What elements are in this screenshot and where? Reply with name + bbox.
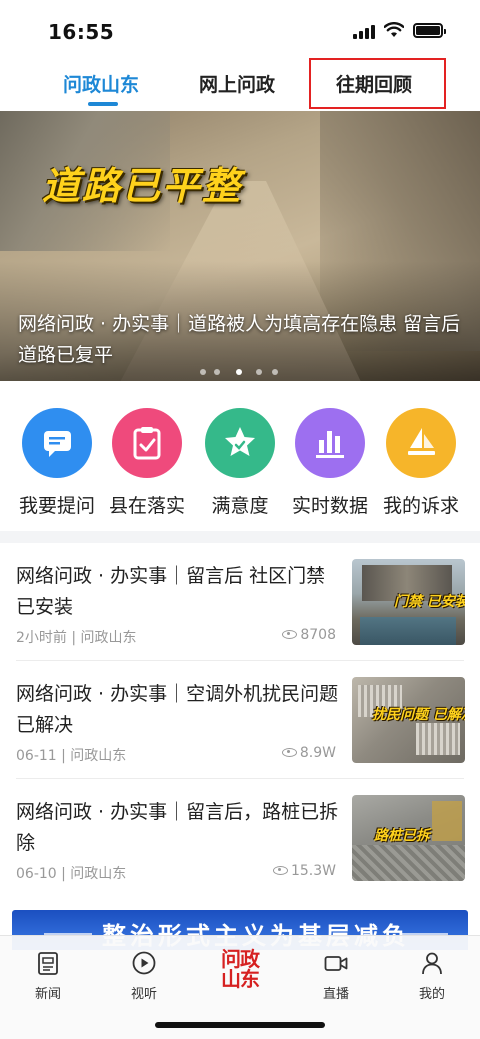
tab-wenzheng-shandong[interactable]: 问政山东 (63, 70, 139, 97)
tabbar-news[interactable]: 新闻 (18, 950, 78, 1002)
news-thumbnail: 门禁 已安装 (352, 559, 465, 645)
news-views: 15.3W (272, 863, 336, 879)
news-views: 8.9W (281, 745, 336, 761)
section-divider (0, 531, 480, 543)
news-meta: 2小时前 | 问政山东 (16, 630, 137, 646)
play-icon (132, 951, 156, 975)
news-title: 网络问政 · 办实事｜空调外机扰民问题已解决 (16, 683, 339, 736)
quick-satisfaction[interactable]: 满意度 (195, 408, 285, 518)
quick-county-implementation[interactable]: 县在落实 (102, 408, 192, 518)
bar-chart-icon (295, 408, 365, 478)
news-icon (38, 952, 58, 975)
banner-caption: 网络问政 · 办实事｜道路被人为填高存在隐患 留言后道路已复平 (18, 313, 461, 366)
thumbnail-caption: 扰民问题 已解决 (372, 707, 465, 723)
quick-realtime-data[interactable]: 实时数据 (285, 408, 375, 518)
tabbar-label: 视听 (130, 987, 157, 1002)
news-thumbnail: 路桩已拆 (352, 795, 465, 881)
eye-icon (282, 630, 298, 639)
clipboard-check-icon (112, 408, 182, 478)
tabbar-me[interactable]: 我的 (402, 950, 462, 1002)
tabbar-label: 直播 (322, 987, 349, 1002)
quick-label: 满意度 (211, 495, 269, 517)
news-thumbnail: 扰民问题 已解决 (352, 677, 465, 763)
quick-label: 县在落实 (108, 495, 185, 517)
quick-label: 我的诉求 (382, 495, 459, 517)
banner-headline: 道路已平整 (42, 164, 243, 208)
news-views: 8708 (282, 627, 336, 643)
banner-carousel[interactable]: 道路已平整 网络问政 · 办实事｜道路被人为填高存在隐患 留言后道路已复平 (0, 111, 480, 381)
news-item[interactable]: 网络问政 · 办实事｜留言后，路桩已拆除 06-10 | 问政山东 15.3W … (0, 779, 480, 897)
paper-plane-icon (386, 408, 456, 478)
news-meta: 06-10 | 问政山东 (16, 866, 127, 882)
active-tab-indicator (88, 102, 118, 106)
top-tabs: 问政山东 网上问政 往期回顾 (0, 58, 480, 110)
battery-icon (413, 23, 446, 38)
status-bar: 16:55 (0, 0, 480, 58)
news-item[interactable]: 网络问政 · 办实事｜空调外机扰民问题已解决 06-11 | 问政山东 8.9W… (0, 661, 480, 779)
star-icon (205, 408, 275, 478)
thumbnail-caption: 路桩已拆 (374, 828, 430, 844)
news-meta: 06-11 | 问政山东 (16, 748, 127, 764)
quick-actions: 我要提问 县在落实 满意度 实时数据 我的诉求 (0, 381, 480, 531)
status-time: 16:55 (48, 20, 115, 44)
tab-online-wenzheng[interactable]: 网上问政 (199, 70, 275, 97)
quick-ask-question[interactable]: 我要提问 (12, 408, 102, 518)
cellular-signal-icon (353, 23, 375, 39)
tabbar-wenzheng-logo[interactable]: 问政 山东 (205, 949, 275, 999)
chat-bubble-icon (22, 408, 92, 478)
home-indicator (155, 1022, 325, 1028)
quick-my-appeals[interactable]: 我的诉求 (376, 408, 466, 518)
eye-icon (272, 866, 288, 875)
tabbar-label: 新闻 (34, 987, 61, 1002)
quick-label: 实时数据 (291, 495, 368, 517)
news-title: 网络问政 · 办实事｜留言后，路桩已拆除 (16, 801, 339, 854)
tabbar-label: 我的 (418, 987, 445, 1002)
wifi-icon (384, 22, 404, 37)
tabbar-audio-video[interactable]: 视听 (114, 950, 174, 1002)
news-item[interactable]: 网络问政 · 办实事｜留言后 社区门禁已安装 2小时前 | 问政山东 8708 … (0, 543, 480, 661)
person-icon (422, 952, 442, 975)
wenzheng-logo-icon: 问政 (221, 947, 260, 971)
quick-label: 我要提问 (18, 495, 95, 517)
tabbar-live[interactable]: 直播 (306, 950, 366, 1002)
news-title: 网络问政 · 办实事｜留言后 社区门禁已安装 (16, 565, 326, 618)
thumbnail-caption: 门禁 已安装 (394, 594, 465, 610)
eye-icon (281, 748, 297, 757)
tab-past-review[interactable]: 往期回顾 (336, 70, 412, 97)
video-camera-icon (324, 956, 348, 971)
